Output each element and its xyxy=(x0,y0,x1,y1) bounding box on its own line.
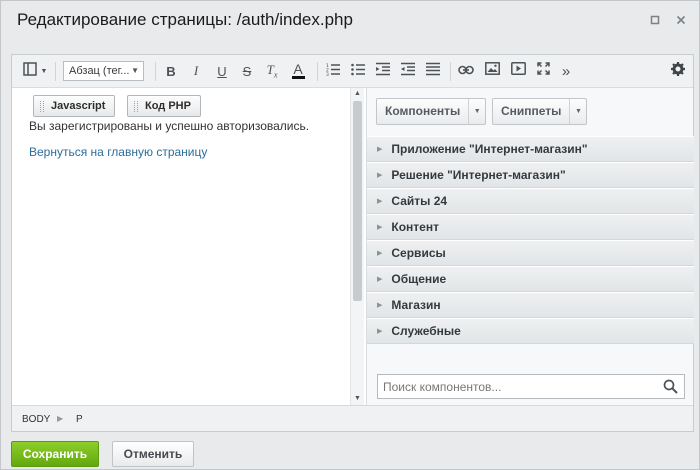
svg-text:3: 3 xyxy=(326,72,329,76)
ordered-list-icon: 123 xyxy=(326,62,340,81)
list-item[interactable]: ▶ Сервисы xyxy=(367,240,694,266)
home-link[interactable]: Вернуться на главную страницу xyxy=(29,145,207,159)
cancel-button[interactable]: Отменить xyxy=(112,441,194,467)
ordered-list-button[interactable]: 123 xyxy=(324,61,342,81)
outdent-icon xyxy=(376,62,390,81)
link-icon xyxy=(458,62,474,80)
chevron-down-icon: ▼ xyxy=(40,67,48,75)
element-path-bar: BODY ▶ P xyxy=(12,405,693,431)
list-item[interactable]: ▶ Контент xyxy=(367,214,694,240)
tab-snippets-label: Сниппеты xyxy=(501,104,562,118)
link-button[interactable] xyxy=(456,61,476,81)
settings-button[interactable] xyxy=(668,61,688,81)
strikethrough-icon: S xyxy=(242,63,252,79)
chevron-right-icon: ▶ xyxy=(377,224,383,231)
video-button[interactable] xyxy=(508,61,528,81)
font-color-icon: A xyxy=(291,61,305,79)
components-panel: Компоненты ▼ Сниппеты ▼ ▶ Приложение "Инт… xyxy=(366,88,694,405)
list-item[interactable]: ▶ Решение "Интернет-магазин" xyxy=(367,162,694,188)
align-icon xyxy=(426,62,440,81)
indent-icon xyxy=(401,62,415,81)
chevron-right-icon: ▶ xyxy=(377,328,383,335)
tab-components[interactable]: Компоненты ▼ xyxy=(376,98,487,125)
chevron-down-icon[interactable]: ▼ xyxy=(569,99,586,124)
html-editor: ▼ Абзац (тег... ▼ B I U S Tx A 1 2 3 » J… xyxy=(11,54,694,432)
more-button[interactable]: » xyxy=(557,61,575,81)
view-mode-icon xyxy=(22,61,39,81)
format-select-value: Абзац (тег... xyxy=(69,65,130,77)
unordered-list-button[interactable] xyxy=(349,61,367,81)
view-mode-button[interactable]: ▼ xyxy=(21,61,49,81)
toolbar-divider xyxy=(317,62,318,81)
search-icon[interactable] xyxy=(663,379,679,395)
editor-content[interactable]: Javascript Код PHP Вы зарегистрированы и… xyxy=(12,88,364,405)
italic-icon: I xyxy=(193,63,199,78)
chevron-down-icon[interactable]: ▼ xyxy=(468,99,485,124)
php-code-block-label: Код PHP xyxy=(145,100,191,112)
strikethrough-button[interactable]: S xyxy=(238,61,256,81)
scroll-up-icon[interactable]: ▲ xyxy=(351,88,364,100)
settings-icon xyxy=(671,61,685,81)
close-icon[interactable] xyxy=(674,14,688,28)
toolbar-divider xyxy=(450,62,451,81)
toolbar-divider xyxy=(155,62,156,81)
list-item[interactable]: ▶ Общение xyxy=(367,266,694,292)
drag-handle-icon[interactable] xyxy=(134,100,138,112)
javascript-block-label: Javascript xyxy=(51,100,106,112)
chevron-right-icon: ▶ xyxy=(377,172,383,179)
component-group-list: ▶ Приложение "Интернет-магазин" ▶ Решение … xyxy=(367,136,694,344)
save-button[interactable]: Сохранить xyxy=(11,441,99,467)
editor-dialog: Редактирование страницы: /auth/index.php… xyxy=(0,0,700,470)
scrollbar-thumb[interactable] xyxy=(353,101,362,301)
list-item[interactable]: ▶ Сайты 24 xyxy=(367,188,694,214)
italic-button[interactable]: I xyxy=(187,61,205,81)
tab-components-label: Компоненты xyxy=(385,104,461,118)
bold-button[interactable]: B xyxy=(162,61,180,81)
bold-icon: B xyxy=(166,63,176,79)
chevron-right-icon: ▶ xyxy=(377,302,383,309)
scroll-down-icon[interactable]: ▼ xyxy=(351,393,364,405)
remove-format-button[interactable]: Tx xyxy=(262,61,282,81)
paragraph-text: Вы зарегистрированы и успешно авторизова… xyxy=(29,119,310,133)
more-icon: » xyxy=(561,62,571,80)
title-bar[interactable]: Редактирование страницы: /auth/index.php xyxy=(1,1,699,41)
remove-format-icon: Tx xyxy=(266,62,278,80)
video-icon xyxy=(510,62,526,80)
fullscreen-button[interactable] xyxy=(533,61,553,81)
underline-button[interactable]: U xyxy=(213,61,231,81)
breadcrumb-p[interactable]: P xyxy=(76,414,83,425)
list-item[interactable]: ▶ Приложение "Интернет-магазин" xyxy=(367,136,694,162)
format-select[interactable]: Абзац (тег... ▼ xyxy=(63,61,144,81)
search-input[interactable] xyxy=(378,375,658,398)
chevron-right-icon: ▶ xyxy=(377,146,383,153)
dialog-title: Редактирование страницы: /auth/index.php xyxy=(17,10,353,29)
indent-button[interactable] xyxy=(399,61,417,81)
list-item[interactable]: ▶ Магазин xyxy=(367,292,694,318)
unordered-list-icon xyxy=(351,62,365,81)
component-search xyxy=(377,374,685,399)
chevron-right-icon: ▶ xyxy=(377,276,383,283)
chevron-down-icon: ▼ xyxy=(131,66,139,75)
maximize-icon[interactable] xyxy=(648,14,662,28)
tab-snippets[interactable]: Сниппеты ▼ xyxy=(492,98,588,125)
editor-toolbar: ▼ Абзац (тег... ▼ B I U S Tx A 1 2 3 » xyxy=(12,55,693,88)
chevron-right-icon: ▶ xyxy=(57,414,64,423)
chevron-right-icon: ▶ xyxy=(377,198,383,205)
image-icon xyxy=(484,62,500,80)
image-button[interactable] xyxy=(482,61,502,81)
php-code-block[interactable]: Код PHP xyxy=(127,95,201,117)
breadcrumb-body[interactable]: BODY xyxy=(22,414,50,425)
toolbar-divider xyxy=(55,62,56,81)
align-button[interactable] xyxy=(424,61,442,81)
chevron-right-icon: ▶ xyxy=(377,250,383,257)
javascript-block[interactable]: Javascript xyxy=(33,95,116,117)
list-item[interactable]: ▶ Служебные xyxy=(367,318,694,344)
drag-handle-icon[interactable] xyxy=(40,100,44,112)
outdent-button[interactable] xyxy=(374,61,392,81)
content-scrollbar[interactable]: ▲ ▼ xyxy=(350,88,364,405)
font-color-button[interactable]: A xyxy=(289,61,307,81)
underline-icon: U xyxy=(217,63,227,79)
fullscreen-icon xyxy=(536,62,550,80)
